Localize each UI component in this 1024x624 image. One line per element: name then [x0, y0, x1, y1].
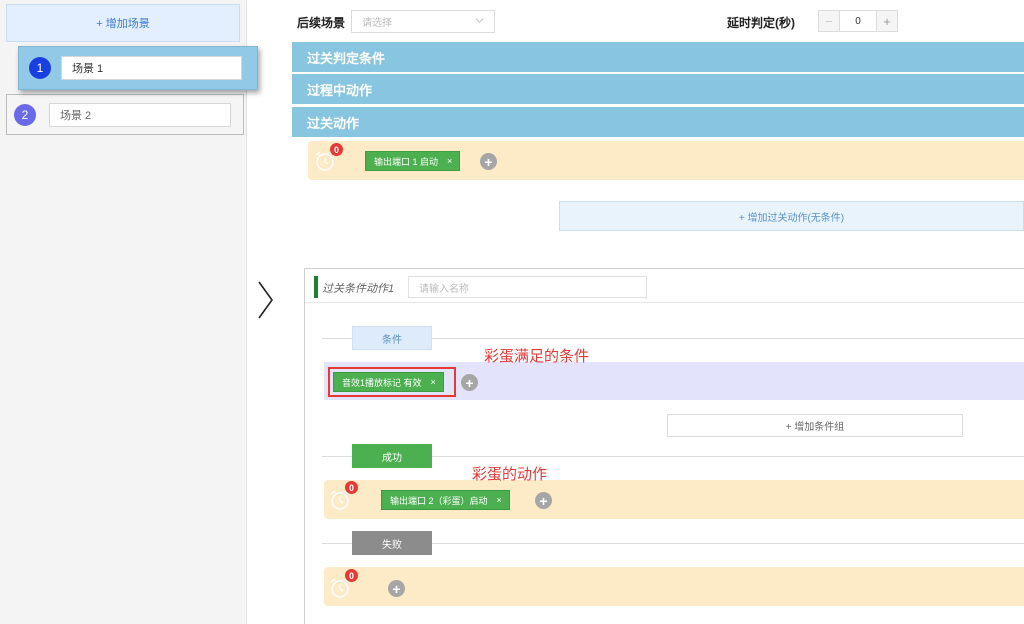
scene-name-input[interactable]: 场景 1 — [61, 56, 242, 80]
fail-pill[interactable]: 失败 — [352, 531, 432, 555]
add-unconditional-action-button[interactable]: + 增加过关动作(无条件) — [559, 201, 1024, 231]
condition-action-title: 过关条件动作1 — [322, 283, 395, 295]
follow-scene-placeholder: 请选择 — [362, 18, 392, 29]
condition-pill[interactable]: 条件 — [352, 326, 432, 350]
add-action-icon[interactable]: + — [388, 580, 405, 597]
success-pill[interactable]: 成功 — [352, 444, 432, 468]
section-in-process-action[interactable]: 过程中动作 — [292, 74, 1024, 104]
condition-action-accent — [314, 276, 318, 298]
divider — [322, 543, 352, 544]
timer-count-badge: 0 — [345, 481, 358, 494]
stepper-value[interactable]: 0 — [840, 11, 876, 31]
follow-scene-select[interactable]: 请选择 — [351, 10, 495, 33]
scene-item-2[interactable]: 2 场景 2 — [6, 94, 244, 135]
highlight-box — [328, 367, 456, 397]
action-tag[interactable]: 输出端口 1 启动 × — [365, 151, 461, 171]
success-action-tag-label: 输出端口 2（彩蛋）启动 — [390, 495, 488, 506]
add-condition-icon[interactable]: + — [461, 374, 478, 391]
divider — [432, 338, 1024, 339]
add-scene-button[interactable]: + 增加场景 — [6, 4, 240, 42]
action-annotation: 彩蛋的动作 — [472, 466, 548, 483]
close-icon[interactable]: × — [497, 495, 502, 505]
stepper-plus-button[interactable]: + — [876, 11, 897, 31]
scene-sidebar: + 增加场景 2 场景 2 — [0, 0, 247, 624]
delay-judgement-label: 延时判定(秒) — [727, 16, 795, 30]
section-pass-condition[interactable]: 过关判定条件 — [292, 42, 1024, 72]
delay-stepper[interactable]: − 0 + — [818, 10, 898, 32]
chevron-down-icon — [475, 18, 484, 23]
section-pass-action[interactable]: 过关动作 — [292, 107, 1024, 137]
add-action-icon[interactable]: + — [480, 153, 497, 170]
timer-count-badge: 0 — [345, 569, 358, 582]
add-action-icon[interactable]: + — [535, 492, 552, 509]
divider — [432, 543, 1024, 544]
action-tag-label: 输出端口 1 启动 — [374, 156, 439, 167]
close-icon[interactable]: × — [447, 156, 452, 166]
chevron-right-icon[interactable] — [256, 280, 276, 320]
condition-annotation: 彩蛋满足的条件 — [484, 348, 590, 365]
scene-name-input[interactable]: 场景 2 — [49, 102, 231, 127]
timer-count-badge: 0 — [330, 143, 343, 156]
scene-editor: + 增加场景 2 场景 2 1 场景 1 后续场景 请选择 延时判定(秒) − … — [0, 0, 1024, 624]
divider — [322, 456, 352, 457]
fail-action-row — [324, 567, 1024, 606]
add-condition-group-button[interactable]: + 增加条件组 — [667, 414, 963, 437]
divider — [432, 456, 1024, 457]
condition-action-name-input[interactable]: 请输入名称 — [408, 276, 647, 298]
stepper-minus-button[interactable]: − — [819, 11, 840, 31]
success-action-tag[interactable]: 输出端口 2（彩蛋）启动 × — [381, 490, 510, 510]
scene-number-badge: 1 — [29, 57, 51, 79]
divider — [305, 302, 1024, 303]
scene-number-badge: 2 — [14, 103, 36, 126]
scene-item-1[interactable]: 1 场景 1 — [18, 46, 258, 90]
follow-scene-label: 后续场景 — [297, 16, 346, 30]
divider — [322, 338, 352, 339]
